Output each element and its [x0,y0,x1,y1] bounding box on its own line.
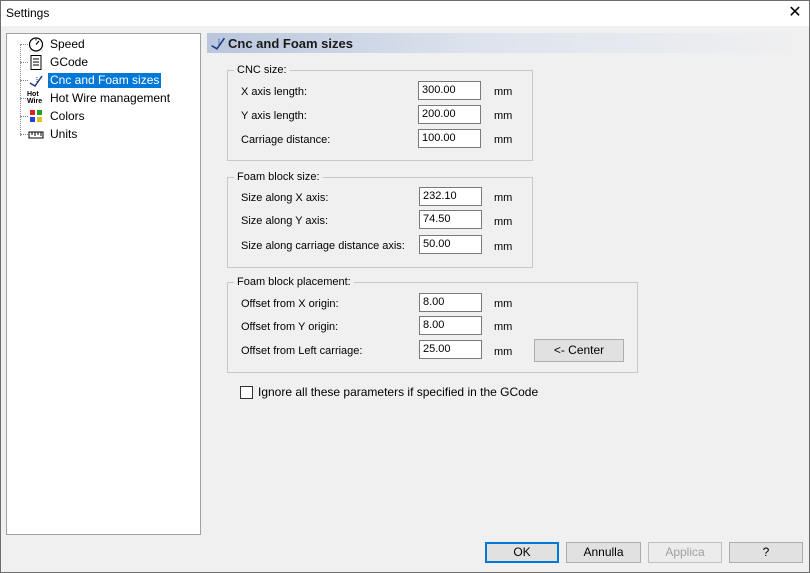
carriage-distance-field[interactable]: 100.00 [418,129,481,148]
group-title: Foam block size: [234,171,323,183]
unit-label: mm [494,110,513,122]
offset-y-field[interactable]: 8.00 [419,316,482,335]
offset-left-carriage-field[interactable]: 25.00 [419,340,482,359]
size-carriage-label: Size along carriage distance axis: [241,240,405,252]
unit-label: mm [494,86,513,98]
center-button[interactable]: <- Center [534,339,624,362]
offset-left-carriage-label: Offset from Left carriage: [241,345,363,357]
y-axis-length-label: Y axis length: [241,110,307,122]
apply-button[interactable]: Applica [648,542,722,563]
tree-item-label: GCode [50,55,89,69]
page-title: Cnc and Foam sizes [228,36,353,51]
ignore-gcode-checkbox[interactable] [240,386,253,399]
hot-wire-icon-text: Hot Wire [27,91,43,105]
unit-label: mm [494,216,513,228]
x-axis-length-field[interactable]: 300.00 [418,81,481,100]
size-x-field[interactable]: 232.10 [419,187,482,206]
carriage-distance-label: Carriage distance: [241,134,331,146]
title-bar [0,0,810,26]
group-title: Foam block placement: [234,276,354,288]
gauge-icon [28,37,44,52]
tree-item-units[interactable]: Units [7,126,197,143]
ignore-gcode-label[interactable]: Ignore all these parameters if specified… [258,385,538,399]
size-carriage-field[interactable]: 50.00 [419,235,482,254]
cnc-icon [211,37,226,50]
tree-item-label: Colors [50,109,85,123]
offset-x-field[interactable]: 8.00 [419,293,482,312]
palette-icon [30,110,42,122]
unit-label: mm [494,346,513,358]
tree-item-speed[interactable]: Speed [7,36,197,53]
unit-label: mm [494,241,513,253]
tree-item-label: Cnc and Foam sizes [46,72,163,89]
ok-button[interactable]: OK [485,542,559,563]
unit-label: mm [494,321,513,333]
tree-item-label: Hot Wire management [50,91,171,105]
tree-item-hot-wire[interactable]: Hot Wire Hot Wire management [7,90,197,107]
offset-x-label: Offset from X origin: [241,298,339,310]
offset-y-label: Offset from Y origin: [241,321,339,333]
close-icon[interactable]: ✕ [785,3,805,23]
tree-item-colors[interactable]: Colors [7,108,197,125]
size-x-label: Size along X axis: [241,192,329,204]
hot-wire-icon: Hot Wire [27,91,45,106]
window-title: Settings [6,6,50,20]
y-axis-length-field[interactable]: 200.00 [418,105,481,124]
tree-item-label: Units [50,127,78,141]
help-button[interactable]: ? [729,542,803,563]
tree-item-cnc-foam-sizes[interactable]: Cnc and Foam sizes [7,72,197,89]
unit-label: mm [494,298,513,310]
size-y-field[interactable]: 74.50 [419,210,482,229]
size-y-label: Size along Y axis: [241,215,329,227]
cnc-icon [29,75,43,88]
document-icon [30,55,42,70]
unit-label: mm [494,192,513,204]
unit-label: mm [494,134,513,146]
settings-tree[interactable]: Speed GCode Cnc and Foam sizes Hot Wire … [6,33,201,535]
ruler-icon [28,131,44,139]
group-title: CNC size: [234,64,290,76]
cancel-button[interactable]: Annulla [566,542,641,563]
tree-item-gcode[interactable]: GCode [7,54,197,71]
tree-item-label: Speed [50,37,85,51]
x-axis-length-label: X axis length: [241,86,308,98]
